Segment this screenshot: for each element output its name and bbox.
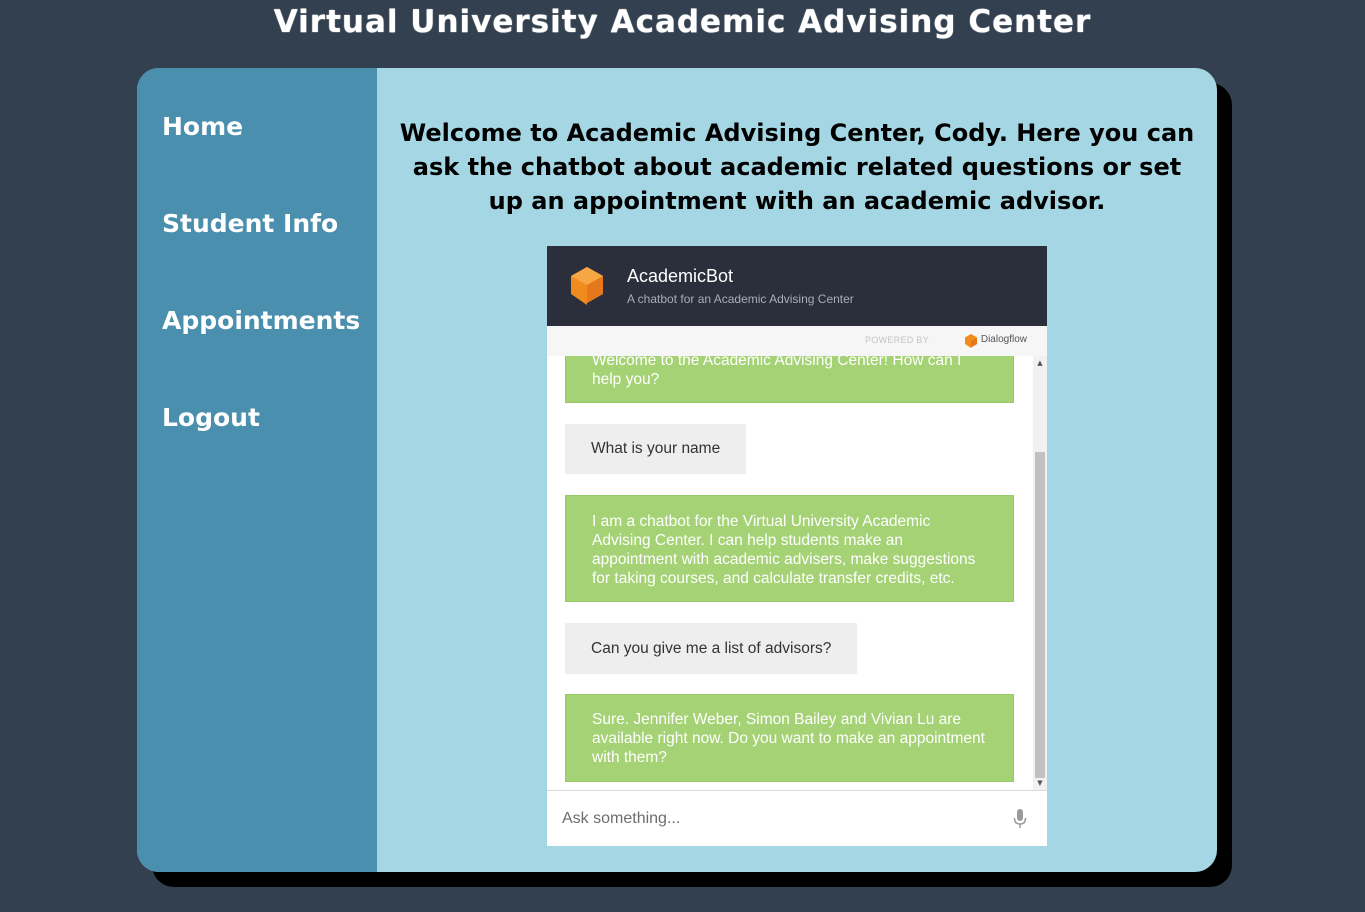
dialogflow-name: Dialogflow [980, 334, 1027, 345]
ask-input[interactable] [547, 791, 997, 846]
dialogflow-cube-icon [571, 267, 603, 305]
sidebar-item-appointments[interactable]: Appointments [162, 306, 360, 335]
arrow-up-icon[interactable]: ▲ [1033, 356, 1047, 370]
bot-message: Sure. Jennifer Weber, Simon Bailey and V… [565, 694, 1014, 782]
main-card: Home Student Info Appointments Logout We… [137, 68, 1217, 872]
bot-description: A chatbot for an Academic Advising Cente… [627, 292, 854, 306]
mic-icon[interactable] [1013, 809, 1027, 829]
chat-widget: AcademicBot A chatbot for an Academic Ad… [547, 246, 1047, 846]
sidebar-item-student-info[interactable]: Student Info [162, 209, 338, 238]
page-title: Virtual University Academic Advising Cen… [273, 4, 1092, 40]
bot-message: I am a chatbot for the Virtual Universit… [565, 495, 1014, 602]
user-message: Can you give me a list of advisors? [565, 623, 858, 674]
sidebar-item-home[interactable]: Home [162, 112, 243, 141]
sidebar: Home Student Info Appointments Logout [137, 68, 377, 872]
bot-message: Welcome to the Academic Advising Center!… [565, 356, 1014, 403]
user-message: What is your name [565, 424, 747, 474]
powered-by-bar: POWERED BY Dialogflow [547, 326, 1047, 356]
arrow-down-icon[interactable]: ▼ [1033, 776, 1047, 790]
chat-input-area [547, 790, 1047, 846]
message-list[interactable]: Welcome to the Academic Advising Center!… [547, 356, 1047, 790]
dialogflow-logo-icon [965, 334, 977, 348]
scroll-thumb[interactable] [1035, 452, 1045, 778]
welcome-message: Welcome to Academic Advising Center, Cod… [399, 119, 1195, 215]
bot-name: AcademicBot [627, 266, 734, 286]
chat-header: AcademicBot A chatbot for an Academic Ad… [547, 246, 1047, 326]
powered-by-label: POWERED BY [864, 335, 929, 345]
chat-scrollbar[interactable]: ▲ ▼ [1033, 356, 1047, 790]
sidebar-item-logout[interactable]: Logout [162, 403, 260, 432]
